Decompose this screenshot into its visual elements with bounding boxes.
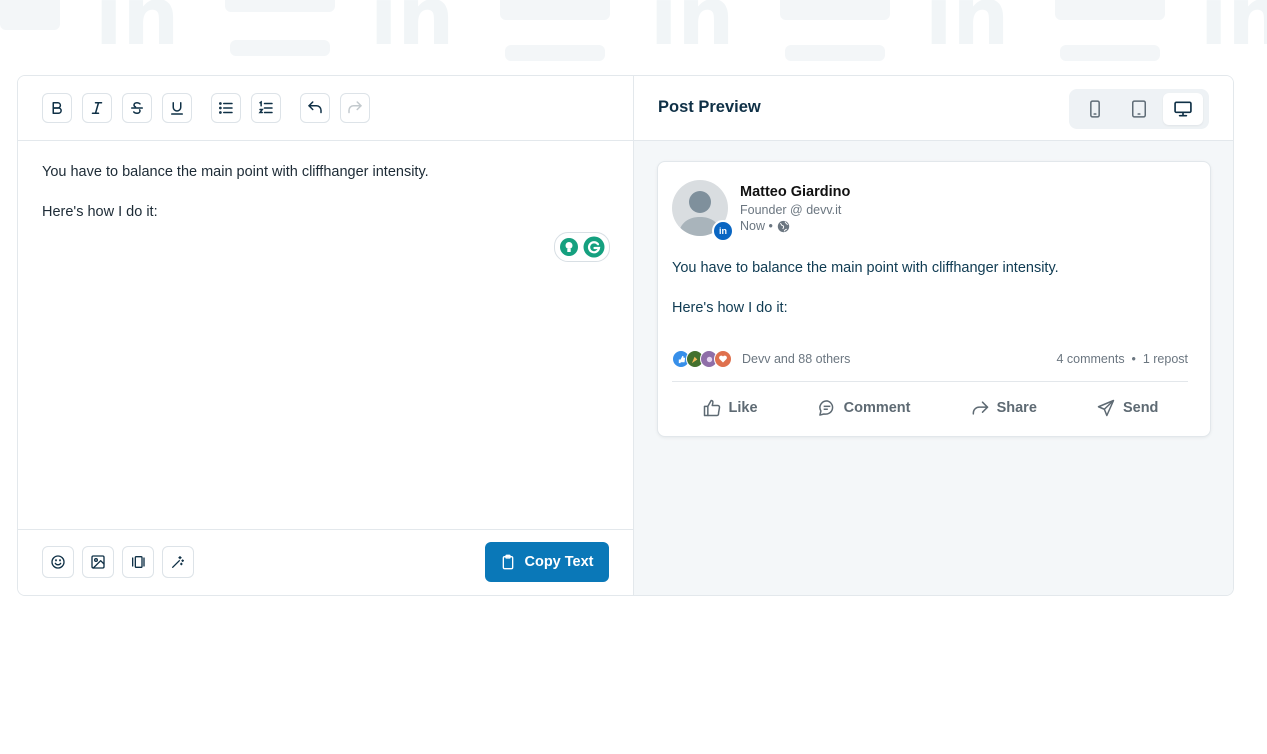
lightbulb-icon [560, 238, 578, 256]
post-time: Now • [740, 219, 790, 233]
ai-magic-button[interactable] [162, 546, 194, 578]
author-name: Matteo Giardino [740, 184, 851, 200]
undo-icon [308, 101, 322, 114]
reactions-summary[interactable]: Devv and 88 others [672, 350, 850, 368]
copy-text-label: Copy Text [524, 554, 594, 570]
post-actions: Like Comment Share Send [672, 390, 1188, 426]
post-paragraph: Here's how I do it: [672, 300, 788, 316]
share-label: Share [996, 400, 1037, 416]
editor-footer: Copy Text [18, 529, 633, 595]
italic-icon [91, 102, 103, 114]
smiley-icon [51, 555, 65, 569]
send-icon [1097, 399, 1115, 417]
post-time-label: Now • [740, 219, 773, 233]
formatting-toolbar [18, 76, 633, 141]
image-button[interactable] [82, 546, 114, 578]
editor-paragraph: You have to balance the main point with … [42, 164, 429, 180]
preview-title: Post Preview [658, 98, 761, 116]
clipboard-icon [503, 554, 514, 570]
underline-button[interactable] [162, 93, 192, 123]
desktop-icon [1174, 101, 1192, 117]
italic-button[interactable] [82, 93, 112, 123]
numbered-list-icon [258, 100, 273, 114]
underline-icon [171, 102, 183, 115]
copy-text-button[interactable]: Copy Text [485, 542, 609, 582]
bold-icon [52, 102, 62, 114]
globe-icon [777, 220, 790, 232]
tablet-view-button[interactable] [1119, 93, 1159, 125]
tablet-icon [1132, 100, 1146, 118]
strikethrough-button[interactable] [122, 93, 152, 123]
bullet-list-button[interactable] [211, 93, 241, 123]
post-text-editor[interactable]: You have to balance the main point with … [42, 162, 609, 242]
post-paragraph: You have to balance the main point with … [672, 260, 1059, 276]
grammarly-icon [583, 236, 605, 258]
author-headline: Founder @ devv.it [740, 203, 842, 217]
strikethrough-icon [131, 101, 143, 115]
image-icon [91, 555, 105, 569]
send-button[interactable]: Send [1096, 390, 1158, 426]
redo-icon [348, 101, 362, 114]
post-editor-card: You have to balance the main point with … [17, 75, 1234, 596]
send-label: Send [1122, 400, 1159, 416]
share-button[interactable]: Share [970, 390, 1037, 426]
preview-header: Post Preview [634, 76, 1233, 141]
emoji-button[interactable] [42, 546, 74, 578]
device-toggle [1069, 89, 1209, 129]
bold-button[interactable] [42, 93, 72, 123]
undo-button[interactable] [300, 93, 330, 123]
like-button[interactable]: Like [702, 390, 758, 426]
post-stats[interactable]: 4 comments • 1 repost [1056, 352, 1188, 366]
comment-icon [818, 400, 833, 416]
preview-panel: Post Preview in Matteo Giardino Founder … [634, 76, 1233, 595]
mobile-view-button[interactable] [1075, 93, 1115, 125]
post-body: You have to balance the main point with … [672, 258, 1196, 338]
editor-paragraph: Here's how I do it: [42, 204, 158, 220]
grammarly-widget[interactable] [554, 232, 610, 262]
editor-panel: You have to balance the main point with … [18, 76, 634, 595]
carousel-icon [132, 556, 145, 568]
thumbs-up-icon [703, 399, 720, 417]
carousel-button[interactable] [122, 546, 154, 578]
mobile-icon [1090, 100, 1100, 118]
desktop-view-button[interactable] [1163, 93, 1203, 125]
bullet-list-icon [219, 102, 233, 114]
divider [672, 381, 1188, 382]
love-reaction-icon [714, 350, 732, 368]
comment-button[interactable]: Comment [817, 390, 911, 426]
comment-label: Comment [843, 400, 911, 416]
reactions-text: Devv and 88 others [742, 352, 851, 366]
share-arrow-icon [972, 401, 988, 415]
linkedin-badge: in [712, 220, 734, 242]
like-label: Like [728, 400, 758, 416]
magic-wand-icon [172, 556, 184, 568]
numbered-list-button[interactable] [251, 93, 281, 123]
linkedin-post-preview: in Matteo Giardino Founder @ devv.it Now… [657, 161, 1211, 437]
redo-button[interactable] [340, 93, 370, 123]
